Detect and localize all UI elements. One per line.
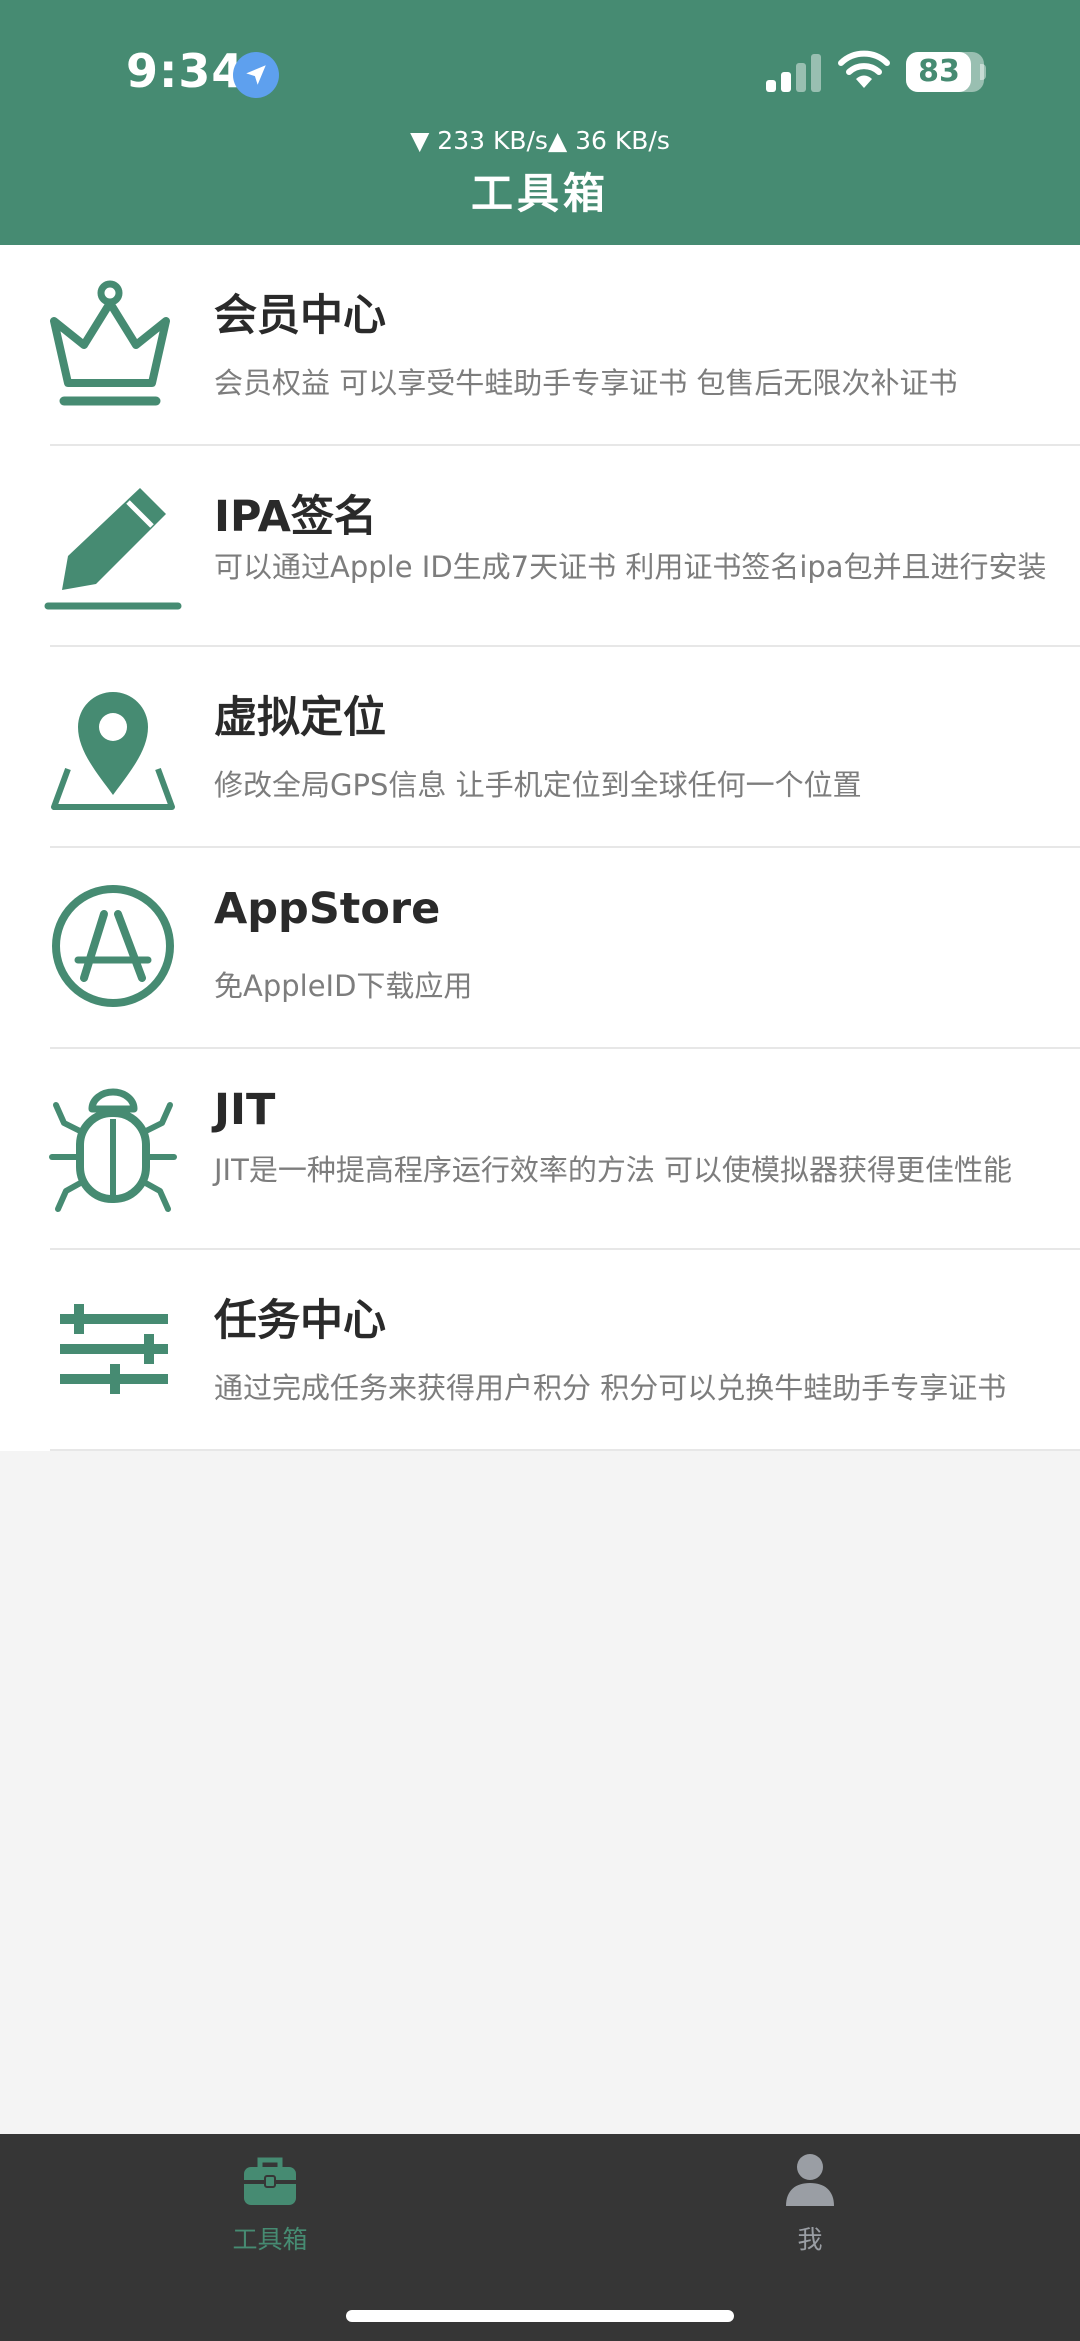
- battery-indicator: 83: [906, 52, 984, 92]
- divider: [50, 1449, 1080, 1451]
- tool-item-task-center[interactable]: 任务中心 通过完成任务来获得用户积分 积分可以兑换牛蛙助手专享证书: [0, 1250, 1080, 1451]
- tab-label: 工具箱: [232, 2225, 308, 2254]
- pencil-icon: [44, 488, 182, 610]
- tab-toolbox[interactable]: 工具箱: [170, 2134, 370, 2264]
- cellular-signal-icon: [766, 54, 821, 92]
- person-icon: [786, 2154, 834, 2206]
- battery-tip: [980, 64, 986, 80]
- tool-item-appstore[interactable]: AppStore 免AppleID下载应用: [0, 848, 1080, 1049]
- page-title: 工具箱: [470, 169, 609, 218]
- tool-description: JIT是一种提高程序运行效率的方法 可以使模拟器获得更佳性能: [214, 1153, 1013, 1187]
- tool-item-virtual-location[interactable]: 虚拟定位 修改全局GPS信息 让手机定位到全球任何一个位置: [0, 647, 1080, 848]
- tool-title: JIT: [214, 1085, 276, 1135]
- location-arrow-icon: [233, 52, 279, 98]
- tab-label: 我: [797, 2225, 823, 2254]
- tool-title: 虚拟定位: [214, 693, 386, 743]
- sliders-icon: [60, 1304, 168, 1394]
- tool-item-ipa-sign[interactable]: IPA签名 可以通过Apple ID生成7天证书 利用证书签名ipa包并且进行安…: [0, 446, 1080, 647]
- app-header: 9:34 83 ▼ 233 KB/s▲ 36 KB/s 工具箱: [0, 0, 1080, 245]
- tool-description: 会员权益 可以享受牛蛙助手专享证书 包售后无限次补证书: [214, 366, 958, 400]
- network-speed: ▼ 233 KB/s▲ 36 KB/s: [410, 126, 670, 155]
- tool-description: 通过完成任务来获得用户积分 积分可以兑换牛蛙助手专享证书: [214, 1371, 1007, 1405]
- toolbox-icon: [244, 2157, 296, 2205]
- tool-list: 会员中心 会员权益 可以享受牛蛙助手专享证书 包售后无限次补证书 IPA签名 可…: [0, 245, 1080, 1451]
- tool-title: 会员中心: [214, 291, 386, 341]
- tool-description: 可以通过Apple ID生成7天证书 利用证书签名ipa包并且进行安装: [214, 550, 1047, 584]
- status-time: 9:34: [126, 44, 245, 98]
- home-indicator: [346, 2310, 734, 2322]
- tool-title: AppStore: [214, 884, 441, 934]
- battery-level: 83: [918, 54, 960, 89]
- app-store-icon: [52, 885, 174, 1007]
- bug-icon: [49, 1088, 177, 1212]
- crown-icon: [50, 280, 170, 406]
- tool-title: 任务中心: [214, 1296, 386, 1346]
- tool-item-member-center[interactable]: 会员中心 会员权益 可以享受牛蛙助手专享证书 包售后无限次补证书: [0, 245, 1080, 446]
- tool-description: 免AppleID下载应用: [214, 969, 473, 1003]
- tool-item-jit[interactable]: JIT JIT是一种提高程序运行效率的方法 可以使模拟器获得更佳性能: [0, 1049, 1080, 1250]
- map-pin-icon: [51, 692, 175, 810]
- tool-description: 修改全局GPS信息 让手机定位到全球任何一个位置: [214, 768, 862, 802]
- tab-me[interactable]: 我: [710, 2134, 910, 2264]
- wifi-icon: [838, 50, 890, 88]
- tool-title: IPA签名: [214, 492, 377, 542]
